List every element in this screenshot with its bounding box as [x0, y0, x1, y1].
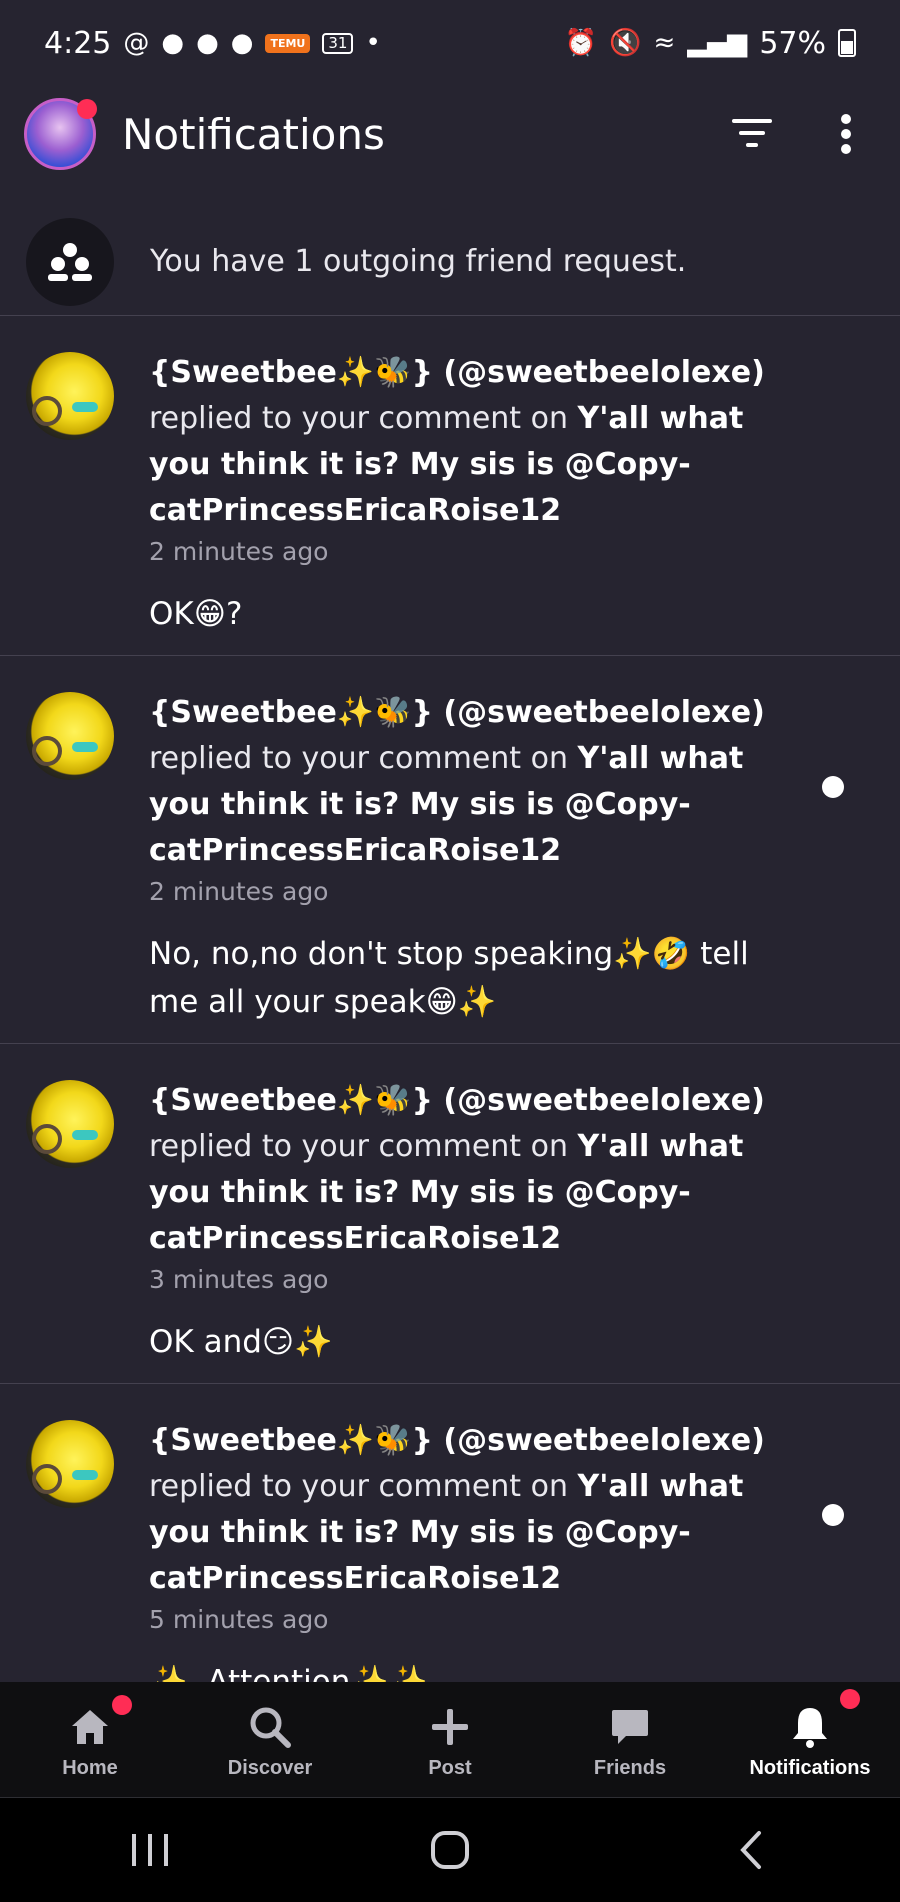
filter-icon [732, 119, 772, 147]
notification-item[interactable]: {Sweetbee✨🐝} (@sweetbeelolexe) replied t… [0, 1044, 900, 1384]
user-avatar[interactable] [26, 352, 114, 440]
app-header: Notifications [0, 86, 900, 182]
notification-feed[interactable]: {Sweetbee✨🐝} (@sweetbeelolexe) replied t… [0, 316, 900, 1682]
notification-time: 2 minutes ago [149, 877, 329, 906]
discord-icon: ● [161, 28, 185, 58]
profile-avatar[interactable] [24, 98, 97, 170]
threads-icon: @ [123, 28, 150, 58]
notification-user[interactable]: {Sweetbee✨🐝} (@sweetbeelolexe) [149, 1423, 765, 1458]
plus-icon [432, 1709, 468, 1745]
notification-comment: OK and😏✨ [149, 1324, 333, 1360]
plus-icon-wrap [430, 1699, 470, 1755]
status-left: 4:25 @ ● ● ● TEMU 31 • [44, 26, 381, 61]
alarm-icon: ⏰ [564, 28, 598, 58]
nav-discover-label: Discover [227, 1757, 313, 1779]
notification-time: 2 minutes ago [149, 537, 329, 566]
notification-item[interactable]: {Sweetbee✨🐝} (@sweetbeelolexe) replied t… [0, 656, 900, 1044]
user-avatar[interactable] [26, 1420, 114, 1508]
nav-post-label: Post [428, 1757, 472, 1779]
home-square-icon [431, 1831, 469, 1869]
notification-action: replied to your comment on [149, 1469, 568, 1504]
filter-button[interactable] [722, 104, 782, 164]
nav-notifications-label: Notifications [749, 1757, 871, 1779]
user-avatar[interactable] [26, 1080, 114, 1168]
notification-item[interactable]: {Sweetbee✨🐝} (@sweetbeelolexe) replied t… [0, 1384, 900, 1682]
status-time: 4:25 [44, 25, 112, 61]
more-options-button[interactable] [816, 104, 876, 164]
more-notifications-dot-icon: • [365, 28, 381, 58]
nav-home[interactable]: Home [0, 1682, 180, 1797]
nav-discover[interactable]: Discover [180, 1682, 360, 1797]
notification-action: replied to your comment on [149, 401, 568, 436]
notification-user[interactable]: {Sweetbee✨🐝} (@sweetbeelolexe) [149, 355, 765, 390]
home-icon [72, 1710, 108, 1744]
search-icon [250, 1707, 291, 1748]
bell-icon-wrap [790, 1689, 860, 1755]
wifi-icon: ≈ [653, 28, 676, 58]
mute-icon: 🔇 [609, 28, 642, 58]
notification-comment: No, no,no don't stop speaking✨🤣 tell me … [149, 936, 749, 1020]
nav-friends-label: Friends [593, 1757, 667, 1779]
friend-request-icon-wrap [26, 217, 114, 306]
calendar-icon: 31 [322, 32, 354, 54]
unread-dot [822, 1504, 844, 1526]
notification-user[interactable]: {Sweetbee✨🐝} (@sweetbeelolexe) [149, 1083, 765, 1118]
notification-text: {Sweetbee✨🐝} (@sweetbeelolexe) replied t… [149, 690, 790, 874]
back-button[interactable] [710, 1820, 790, 1880]
profile-badge-dot [77, 99, 97, 119]
bottom-nav: Home Discover Post Friends Notifications [0, 1682, 900, 1798]
nav-home-label: Home [62, 1757, 118, 1779]
recents-button[interactable] [110, 1820, 190, 1880]
signal-icon: ▂▄▆ [687, 28, 748, 58]
notification-user[interactable]: {Sweetbee✨🐝} (@sweetbeelolexe) [149, 695, 765, 730]
status-right: ⏰ 🔇 ≈ ▂▄▆ 57% [565, 26, 856, 61]
battery-icon [838, 29, 856, 57]
bell-icon [793, 1708, 827, 1748]
notification-comment: OK😁? [149, 596, 243, 632]
system-nav-bar [0, 1798, 900, 1902]
notification-text: {Sweetbee✨🐝} (@sweetbeelolexe) replied t… [149, 1078, 790, 1262]
nav-friends[interactable]: Friends [540, 1682, 720, 1797]
search-icon-wrap [248, 1699, 292, 1755]
friend-request-row[interactable]: You have 1 outgoing friend request. [0, 208, 900, 316]
home-badge-dot [112, 1695, 132, 1715]
notification-text: {Sweetbee✨🐝} (@sweetbeelolexe) replied t… [149, 1418, 790, 1602]
recents-icon [132, 1834, 168, 1866]
unread-dot [822, 776, 844, 798]
notification-text: {Sweetbee✨🐝} (@sweetbeelolexe) replied t… [149, 350, 790, 534]
back-chevron-icon [740, 1831, 761, 1869]
notification-item[interactable]: {Sweetbee✨🐝} (@sweetbeelolexe) replied t… [0, 316, 900, 656]
discord-icon-2: ● [196, 28, 219, 58]
nav-post[interactable]: Post [360, 1682, 540, 1797]
notification-time: 5 minutes ago [149, 1605, 329, 1634]
home-icon-wrap [70, 1695, 132, 1755]
home-system-button[interactable] [410, 1820, 490, 1880]
chat-icon [612, 1710, 648, 1744]
discord-icon-3: ● [230, 28, 254, 58]
people-group-icon [48, 242, 92, 281]
notifications-badge-dot [840, 1689, 860, 1709]
user-avatar[interactable] [26, 692, 114, 780]
notification-comment: ✨. Attention✨✨ [149, 1664, 428, 1682]
nav-notifications[interactable]: Notifications [720, 1682, 900, 1797]
notification-time: 3 minutes ago [149, 1265, 329, 1294]
chat-icon-wrap [610, 1699, 650, 1755]
friend-request-text: You have 1 outgoing friend request. [150, 244, 687, 279]
status-bar: 4:25 @ ● ● ● TEMU 31 • ⏰ 🔇 ≈ ▂▄▆ 57% [0, 0, 900, 86]
battery-percent: 57% [759, 25, 826, 61]
temu-icon: TEMU [265, 33, 311, 53]
notification-action: replied to your comment on [149, 1129, 568, 1164]
notification-action: replied to your comment on [149, 741, 568, 776]
page-title: Notifications [122, 109, 385, 159]
more-vertical-icon [841, 114, 851, 154]
